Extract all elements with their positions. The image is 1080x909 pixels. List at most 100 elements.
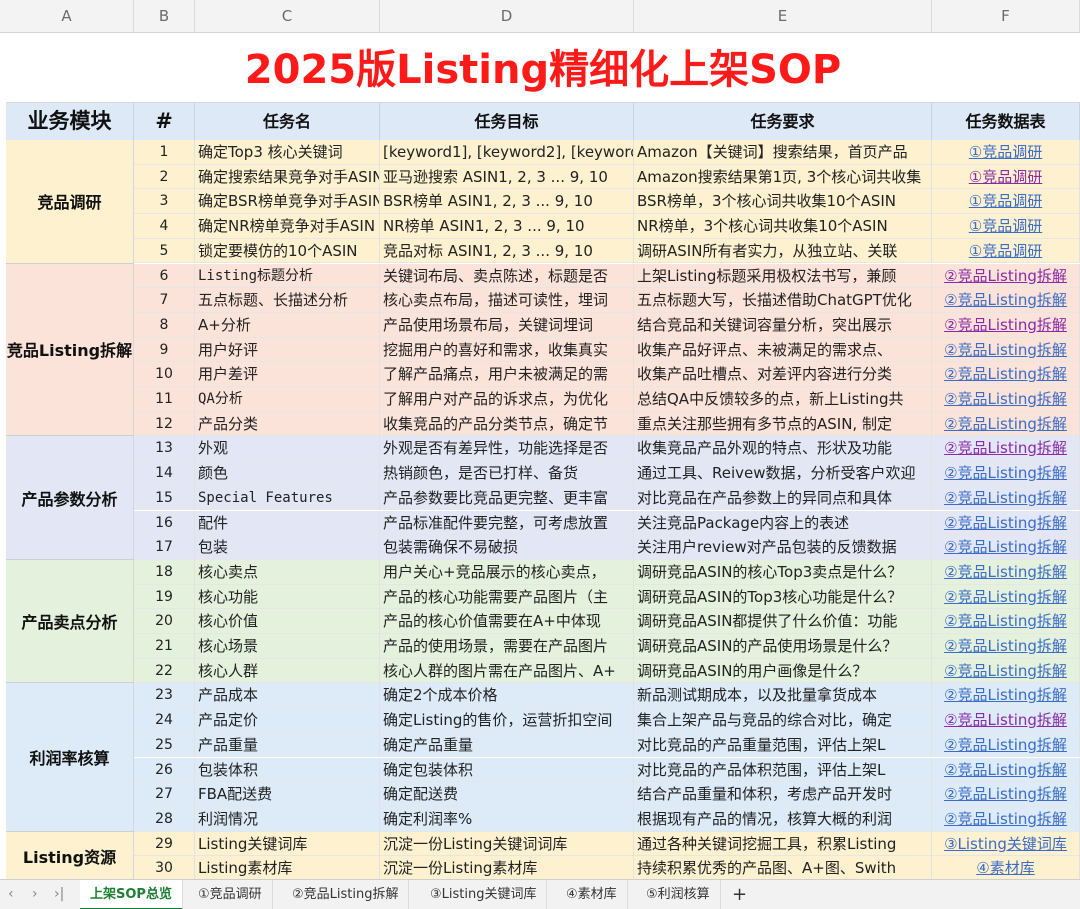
- task-goal[interactable]: 沉淀一份Listing素材库: [380, 856, 634, 879]
- task-requirement[interactable]: 五点标题大写，长描述借助ChatGPT优化: [634, 288, 932, 313]
- column-header-b[interactable]: B: [134, 0, 195, 33]
- task-name[interactable]: Listing关键词库: [195, 831, 380, 857]
- data-table-link[interactable]: ②竞品Listing拆解: [932, 461, 1080, 486]
- data-table-link[interactable]: ②竞品Listing拆解: [932, 362, 1080, 387]
- data-table-link[interactable]: ②竞品Listing拆解: [932, 683, 1080, 709]
- data-table-link[interactable]: ②竞品Listing拆解: [932, 782, 1080, 807]
- task-requirement[interactable]: 调研竞品ASIN的核心Top3卖点是什么？: [634, 559, 932, 585]
- task-goal[interactable]: 竞品对标 ASIN1, 2, 3 ... 9, 10: [380, 238, 634, 264]
- row-number[interactable]: 7: [134, 288, 195, 313]
- task-name[interactable]: 确定Top3 核心关键词: [195, 140, 380, 165]
- data-table-link[interactable]: ②竞品Listing拆解: [932, 584, 1080, 610]
- data-table-link[interactable]: ②竞品Listing拆解: [932, 387, 1080, 412]
- task-name[interactable]: 确定NR榜单竞争对手ASIN: [195, 214, 380, 239]
- task-goal[interactable]: 产品的核心价值需要在A+中体现: [380, 609, 634, 634]
- task-name[interactable]: 用户好评: [195, 337, 380, 363]
- task-name[interactable]: Special Features: [195, 485, 380, 511]
- task-requirement[interactable]: 持续积累优秀的产品图、A+图、Swith: [634, 856, 932, 879]
- tab-keyword-library[interactable]: ③Listing关键词库: [420, 880, 548, 909]
- task-requirement[interactable]: 收集产品吐槽点、对差评内容进行分类: [634, 362, 932, 387]
- task-goal[interactable]: [keyword1], [keyword2], [keyword3]: [380, 140, 634, 165]
- task-requirement[interactable]: 关注竞品Package内容上的表述: [634, 510, 932, 536]
- task-goal[interactable]: 确定2个成本价格: [380, 683, 634, 709]
- row-number[interactable]: 25: [134, 732, 195, 758]
- task-name[interactable]: 用户差评: [195, 362, 380, 387]
- header-module[interactable]: 业务模块: [6, 103, 134, 140]
- data-table-link[interactable]: ②竞品Listing拆解: [932, 337, 1080, 363]
- data-table-link[interactable]: ①竞品调研: [932, 214, 1080, 239]
- task-goal[interactable]: 了解用户对产品的诉求点，为优化: [380, 387, 634, 412]
- data-table-link[interactable]: ②竞品Listing拆解: [932, 658, 1080, 684]
- task-goal[interactable]: 核心卖点布局，描述可读性，埋词: [380, 288, 634, 313]
- row-number[interactable]: 27: [134, 782, 195, 807]
- tab-material-library[interactable]: ④素材库: [556, 880, 628, 909]
- row-number[interactable]: 8: [134, 312, 195, 338]
- task-name[interactable]: 锁定要模仿的10个ASIN: [195, 238, 380, 264]
- task-name[interactable]: 核心人群: [195, 658, 380, 684]
- module-cell[interactable]: 竞品Listing拆解: [6, 263, 134, 437]
- module-cell[interactable]: 产品参数分析: [6, 436, 134, 560]
- task-goal[interactable]: 挖掘用户的喜好和需求，收集真实: [380, 337, 634, 363]
- row-number[interactable]: 21: [134, 634, 195, 659]
- task-goal[interactable]: 收集竞品的产品分类节点，确定节: [380, 411, 634, 437]
- data-table-link[interactable]: ①竞品调研: [932, 164, 1080, 190]
- spreadsheet-grid[interactable]: 2025版Listing精细化上架SOP 业务模块 # 任务名 任务目标 任务要…: [6, 34, 1080, 879]
- column-header-a[interactable]: A: [0, 0, 134, 33]
- data-table-link[interactable]: ④素材库: [932, 856, 1080, 879]
- task-goal[interactable]: 产品的使用场景，需要在产品图片: [380, 634, 634, 659]
- data-table-link[interactable]: ②竞品Listing拆解: [932, 535, 1080, 560]
- row-number[interactable]: 19: [134, 584, 195, 610]
- task-name[interactable]: Listing标题分析: [195, 263, 380, 289]
- task-name[interactable]: A+分析: [195, 312, 380, 338]
- data-table-link[interactable]: ②竞品Listing拆解: [932, 559, 1080, 585]
- data-table-link[interactable]: ②竞品Listing拆解: [932, 312, 1080, 338]
- task-requirement[interactable]: 重点关注那些拥有多节点的ASIN, 制定: [634, 411, 932, 437]
- last-sheet-icon[interactable]: ›|: [54, 880, 64, 909]
- task-name[interactable]: 确定BSR榜单竞争对手ASIN: [195, 189, 380, 215]
- task-goal[interactable]: 产品使用场景布局，关键词埋词: [380, 312, 634, 338]
- task-requirement[interactable]: 收集竞品产品外观的特点、形状及功能: [634, 436, 932, 462]
- task-name[interactable]: 核心功能: [195, 584, 380, 610]
- data-table-link[interactable]: ②竞品Listing拆解: [932, 436, 1080, 462]
- task-requirement[interactable]: NR榜单，3个核心词共收集10个ASIN: [634, 214, 932, 239]
- task-name[interactable]: 配件: [195, 510, 380, 536]
- row-number[interactable]: 12: [134, 411, 195, 437]
- row-number[interactable]: 26: [134, 757, 195, 783]
- task-requirement[interactable]: 通过各种关键词挖掘工具，积累Listing: [634, 831, 932, 857]
- task-name[interactable]: 包装体积: [195, 757, 380, 783]
- row-number[interactable]: 16: [134, 510, 195, 536]
- task-goal[interactable]: 核心人群的图片需在产品图片、A+: [380, 658, 634, 684]
- header-task[interactable]: 任务名: [195, 103, 380, 140]
- task-name[interactable]: 产品定价: [195, 708, 380, 733]
- header-num[interactable]: #: [134, 103, 195, 140]
- data-table-link[interactable]: ②竞品Listing拆解: [932, 485, 1080, 511]
- task-goal[interactable]: 确定配送费: [380, 782, 634, 807]
- data-table-link[interactable]: ②竞品Listing拆解: [932, 806, 1080, 832]
- task-requirement[interactable]: 通过工具、Reivew数据，分析受客户欢迎: [634, 461, 932, 486]
- row-number[interactable]: 6: [134, 263, 195, 289]
- data-table-link[interactable]: ②竞品Listing拆解: [932, 708, 1080, 733]
- row-number[interactable]: 4: [134, 214, 195, 239]
- module-cell[interactable]: 利润率核算: [6, 683, 134, 832]
- task-requirement[interactable]: 调研竞品ASIN都提供了什么价值：功能: [634, 609, 932, 634]
- task-requirement[interactable]: 调研ASIN所有者实力，从独立站、关联: [634, 238, 932, 264]
- task-requirement[interactable]: Amazon搜索结果第1页, 3个核心词共收集: [634, 164, 932, 190]
- task-goal[interactable]: BSR榜单 ASIN1, 2, 3 ... 9, 10: [380, 189, 634, 215]
- task-requirement[interactable]: Amazon【关键词】搜索结果，首页产品: [634, 140, 932, 165]
- row-number[interactable]: 22: [134, 658, 195, 684]
- column-header-e[interactable]: E: [634, 0, 932, 33]
- sheet-title[interactable]: 2025版Listing精细化上架SOP: [6, 34, 1080, 103]
- task-name[interactable]: QA分析: [195, 387, 380, 412]
- task-requirement[interactable]: 调研竞品ASIN的产品使用场景是什么？: [634, 634, 932, 659]
- task-name[interactable]: 产品分类: [195, 411, 380, 437]
- data-table-link[interactable]: ②竞品Listing拆解: [932, 411, 1080, 437]
- task-requirement[interactable]: 对比竞品的产品重量范围，评估上架L: [634, 732, 932, 758]
- row-number[interactable]: 9: [134, 337, 195, 363]
- task-goal[interactable]: 产品的核心功能需要产品图片（主: [380, 584, 634, 610]
- task-goal[interactable]: 热销颜色，是否已打样、备货: [380, 461, 634, 486]
- first-sheet-icon[interactable]: ‹: [8, 880, 14, 909]
- task-requirement[interactable]: 对比竞品的产品体积范围，评估上架L: [634, 757, 932, 783]
- module-cell[interactable]: Listing资源: [6, 831, 134, 879]
- task-goal[interactable]: 确定利润率%: [380, 806, 634, 832]
- task-goal[interactable]: NR榜单 ASIN1, 2, 3 ... 9, 10: [380, 214, 634, 239]
